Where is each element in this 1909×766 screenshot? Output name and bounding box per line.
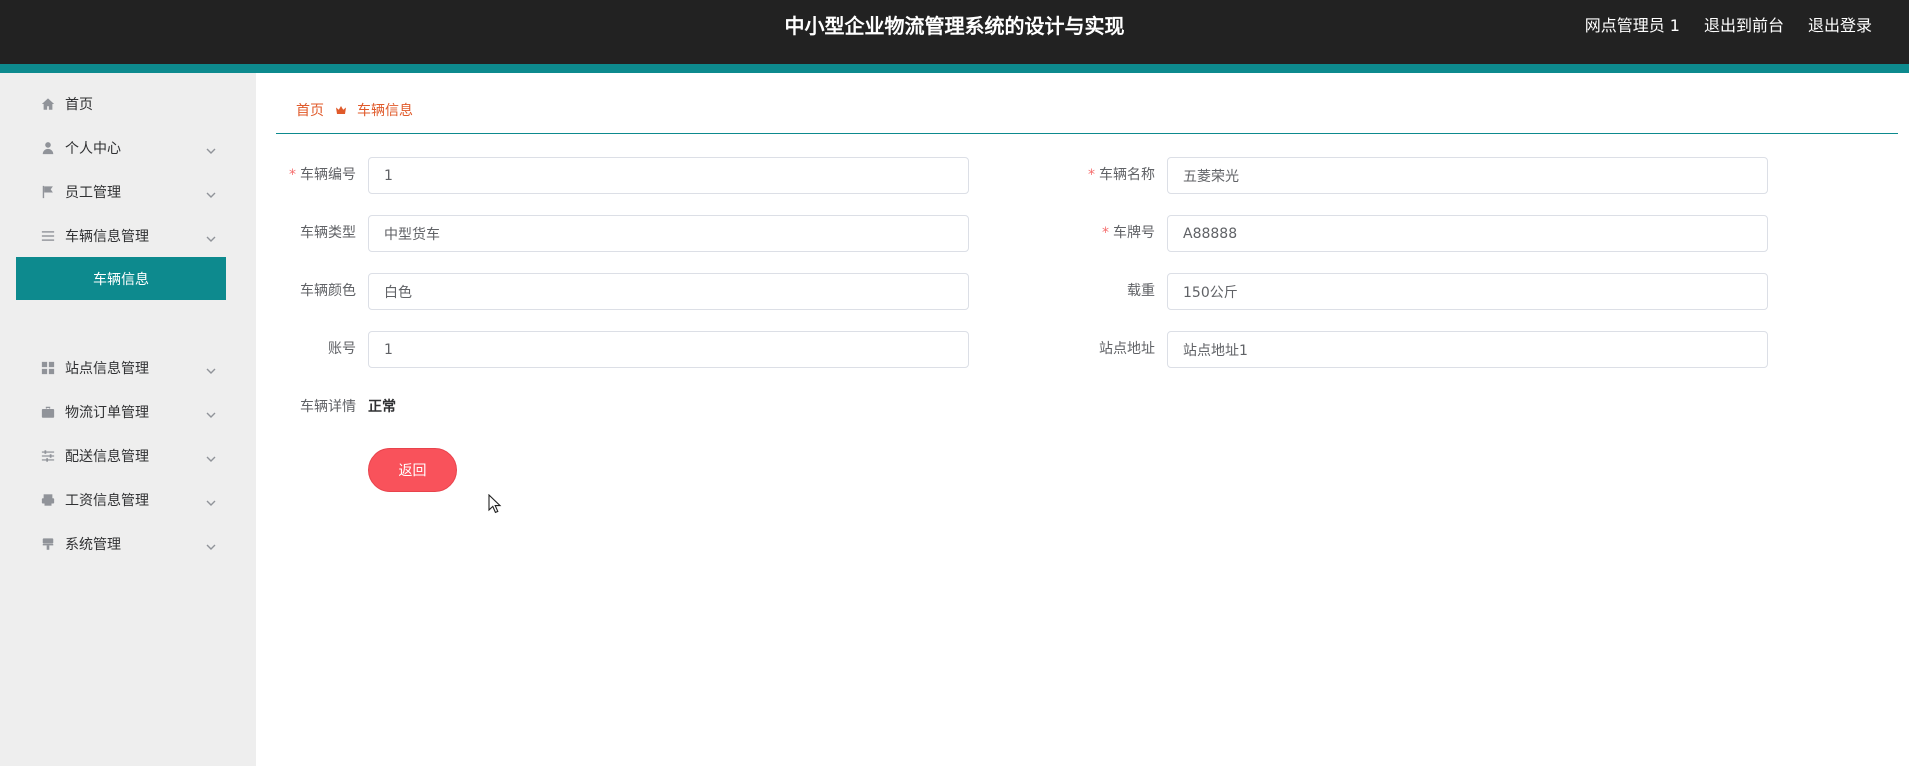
vehicle-type-label: 车辆类型 (300, 225, 356, 241)
sidebar-item-label: 员工管理 (65, 185, 121, 201)
vehicle-details-value: 正常 (368, 399, 396, 415)
sidebar-item-label: 系统管理 (65, 537, 121, 553)
vehicle-no-field[interactable]: 1 (368, 157, 969, 194)
breadcrumb-home-link[interactable]: 首页 (296, 100, 324, 120)
chevron-down-icon (205, 494, 217, 506)
header-accent-bar (0, 64, 1909, 73)
sidebar-item-label: 站点信息管理 (65, 361, 149, 377)
exit-to-front-link[interactable]: 退出到前台 (1704, 15, 1784, 37)
vehicle-name-field[interactable]: 五菱荣光 (1167, 157, 1768, 194)
sidebar-item-station-management[interactable]: 站点信息管理 (0, 346, 256, 390)
sidebar-item-label: 首页 (65, 97, 93, 113)
crown-icon (335, 104, 347, 116)
vehicle-details-label: 车辆详情 (300, 399, 356, 415)
sidebar-item-order-management[interactable]: 物流订单管理 (0, 390, 256, 434)
printer-icon (40, 492, 56, 508)
station-address-label: 站点地址 (1099, 341, 1155, 357)
chevron-down-icon (205, 142, 217, 154)
chevron-down-icon (205, 362, 217, 374)
breadcrumb-divider (276, 133, 1898, 134)
sidebar-item-delivery-management[interactable]: 配送信息管理 (0, 434, 256, 478)
vehicle-type-field[interactable]: 中型货车 (368, 215, 969, 252)
logout-link[interactable]: 退出登录 (1808, 15, 1872, 37)
chevron-down-icon (205, 186, 217, 198)
station-address-field[interactable]: 站点地址1 (1167, 331, 1768, 368)
flag-icon (40, 184, 56, 200)
vehicle-name-label: * 车辆名称 (1088, 167, 1155, 183)
load-field[interactable]: 150公斤 (1167, 273, 1768, 310)
top-bar: 中小型企业物流管理系统的设计与实现 网点管理员 1 退出到前台 退出登录 (0, 0, 1909, 64)
plate-no-label: * 车牌号 (1102, 225, 1155, 241)
mouse-cursor-icon (488, 494, 502, 514)
chevron-down-icon (205, 450, 217, 462)
required-mark: * (289, 167, 296, 183)
required-mark: * (1102, 225, 1109, 241)
menu-icon (40, 228, 56, 244)
home-icon (40, 96, 56, 112)
sidebar-item-label: 工资信息管理 (65, 493, 149, 509)
load-label: 载重 (1127, 283, 1155, 299)
sidebar-item-label: 车辆信息管理 (65, 229, 149, 245)
plate-no-field[interactable]: A88888 (1167, 215, 1768, 252)
brush-icon (40, 536, 56, 552)
vehicle-color-field[interactable]: 白色 (368, 273, 969, 310)
current-user-label: 网点管理员 1 (1584, 16, 1680, 35)
required-mark: * (1088, 167, 1095, 183)
sidebar-item-home[interactable]: 首页 (0, 82, 256, 126)
sidebar-item-salary-management[interactable]: 工资信息管理 (0, 478, 256, 522)
sidebar-subitem-label: 车辆信息 (93, 271, 149, 288)
sidebar-item-personal-center[interactable]: 个人中心 (0, 126, 256, 170)
sliders-icon (40, 448, 56, 464)
sidebar-item-label: 个人中心 (65, 141, 121, 157)
breadcrumb: 首页 车辆信息 (296, 100, 413, 120)
sidebar-item-label: 配送信息管理 (65, 449, 149, 465)
chevron-down-icon (205, 230, 217, 242)
account-label: 账号 (328, 341, 356, 357)
chevron-down-icon (205, 538, 217, 550)
sidebar-item-label: 物流订单管理 (65, 405, 149, 421)
breadcrumb-current: 车辆信息 (357, 103, 413, 119)
sidebar-subitem-vehicle-info[interactable]: 车辆信息 (16, 257, 226, 300)
user-icon (40, 140, 56, 156)
back-button[interactable]: 返回 (368, 448, 457, 492)
vehicle-color-label: 车辆颜色 (300, 283, 356, 299)
sidebar-item-staff[interactable]: 员工管理 (0, 170, 256, 214)
chevron-down-icon (205, 406, 217, 418)
sidebar-item-vehicle-management[interactable]: 车辆信息管理 (0, 214, 256, 258)
sidebar-item-system-management[interactable]: 系统管理 (0, 522, 256, 566)
vehicle-no-label: * 车辆编号 (289, 167, 356, 183)
header-links: 网点管理员 1 退出到前台 退出登录 (1585, 15, 1872, 37)
briefcase-icon (40, 404, 56, 420)
sidebar: 首页 个人中心 员工管理 车辆信息管理 站点信息管理 物流订单管理 配送信息管理… (0, 73, 256, 766)
grid-icon (40, 360, 56, 376)
account-field[interactable]: 1 (368, 331, 969, 368)
